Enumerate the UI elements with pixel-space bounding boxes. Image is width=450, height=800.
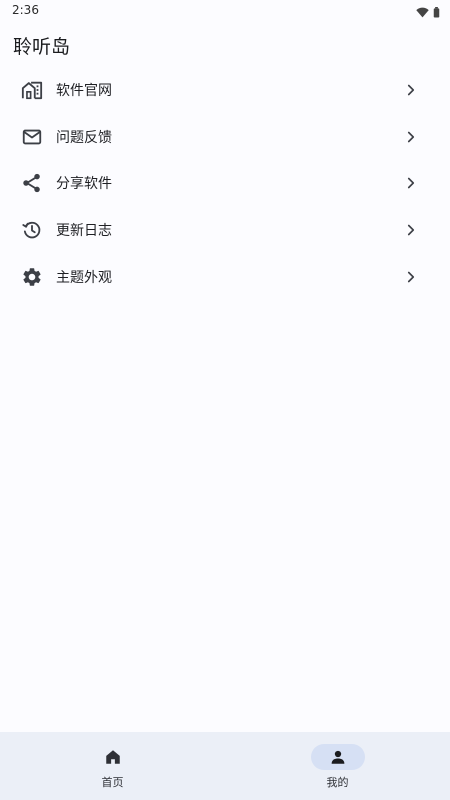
nav-item-mine[interactable]: 我的 (225, 732, 450, 800)
status-icons (416, 3, 440, 22)
nav-item-home[interactable]: 首页 (0, 732, 225, 800)
home-icon (105, 750, 120, 764)
history-icon (21, 219, 43, 241)
chevron-right-icon (407, 224, 415, 236)
website-icon (21, 79, 43, 101)
nav-indicator (86, 744, 140, 770)
mail-icon (21, 126, 43, 148)
person-icon (331, 750, 344, 764)
menu-item-label: 更新日志 (56, 223, 112, 240)
menu-item-theme[interactable]: 主题外观 (0, 253, 450, 300)
bottom-navigation: 首页 我的 (0, 732, 450, 800)
menu-item-label: 软件官网 (56, 83, 112, 100)
menu-item-website[interactable]: 软件官网 (0, 67, 450, 114)
settings-icon (21, 266, 43, 288)
wifi-icon (416, 3, 429, 22)
status-time: 2:36 (12, 3, 39, 17)
app-title: 聆听岛 (13, 36, 71, 58)
chevron-right-icon (407, 131, 415, 143)
status-bar: 2:36 (0, 0, 450, 22)
nav-indicator-active (310, 744, 365, 770)
share-icon (21, 172, 43, 194)
nav-label: 我的 (326, 776, 349, 789)
menu-item-feedback[interactable]: 问题反馈 (0, 114, 450, 161)
settings-menu: 软件官网 问题反馈 分享软件 更新日志 主题外观 (0, 67, 450, 300)
menu-item-label: 分享软件 (56, 176, 112, 193)
menu-item-label: 问题反馈 (56, 129, 112, 146)
menu-item-share[interactable]: 分享软件 (0, 160, 450, 207)
menu-item-label: 主题外观 (56, 269, 112, 286)
nav-label: 首页 (101, 776, 124, 789)
menu-item-changelog[interactable]: 更新日志 (0, 207, 450, 254)
chevron-right-icon (407, 178, 415, 189)
chevron-right-icon (407, 84, 415, 96)
chevron-right-icon (407, 271, 415, 282)
battery-icon (433, 3, 440, 22)
